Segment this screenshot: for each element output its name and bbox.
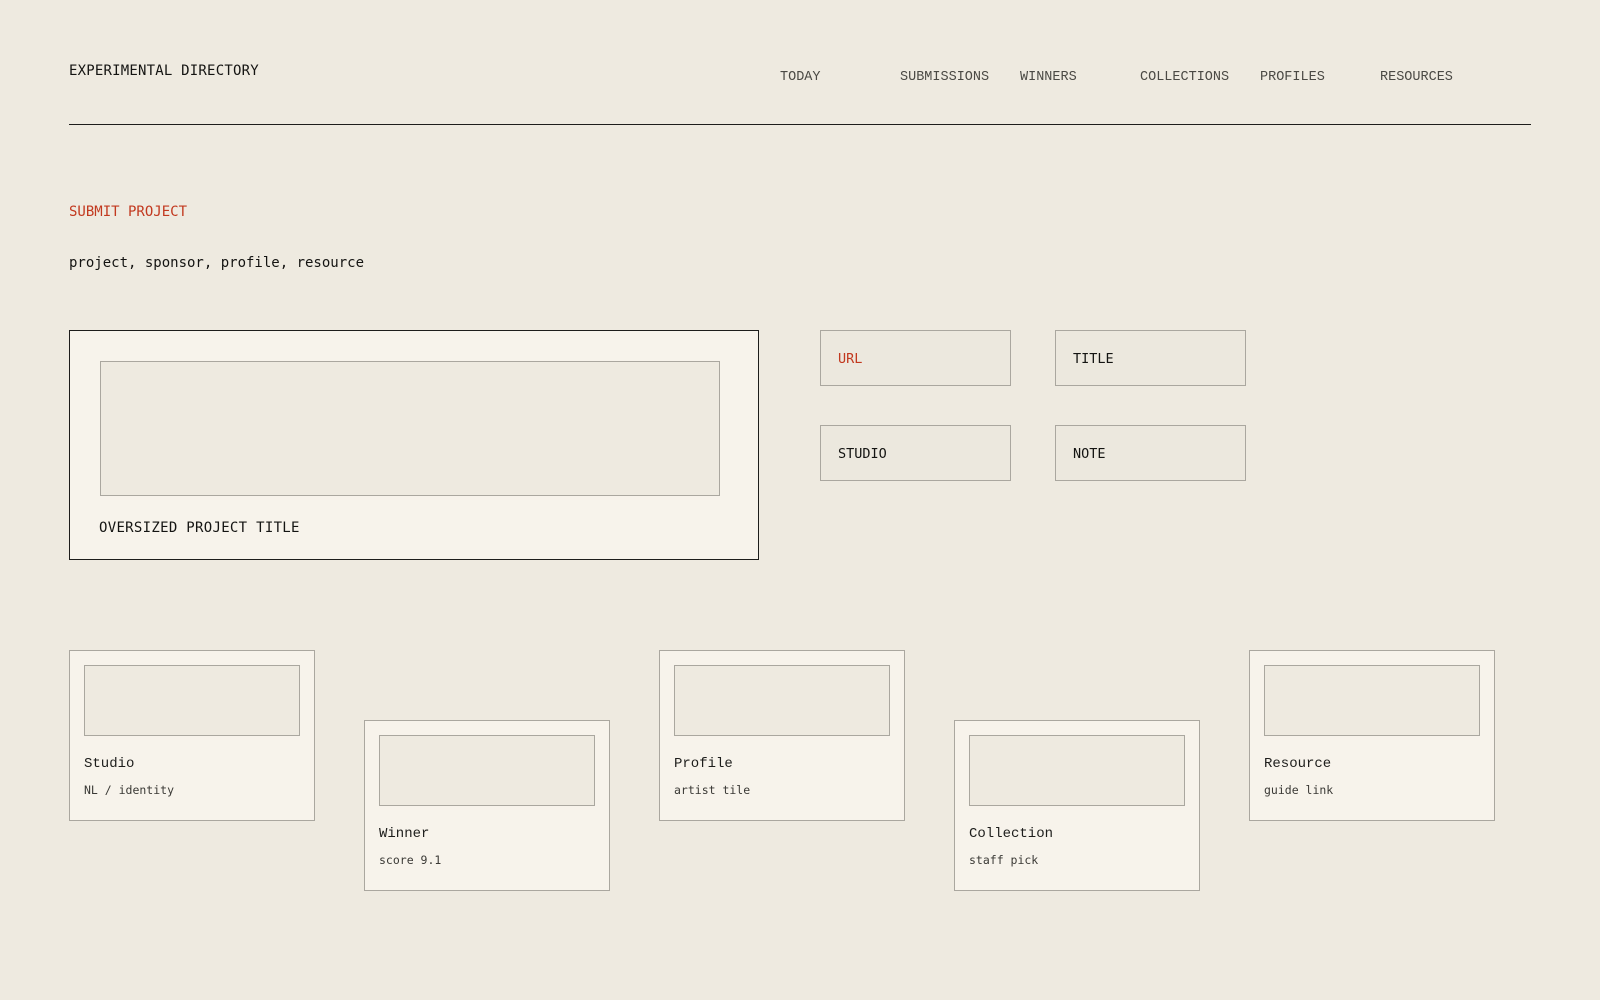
tile-meta: score 9.1 — [379, 853, 442, 867]
tile-meta: guide link — [1264, 783, 1334, 797]
tile-collection[interactable]: Collection staff pick — [954, 720, 1200, 891]
tile-title: Winner — [379, 826, 430, 842]
nav-item-today[interactable]: TODAY — [780, 70, 821, 85]
tile-meta: artist tile — [674, 783, 751, 797]
page-subtitle: project, sponsor, profile, resource — [69, 255, 365, 271]
nav-item-winners[interactable]: WINNERS — [1020, 70, 1077, 85]
header-divider — [69, 124, 1531, 125]
tile-title: Profile — [674, 756, 733, 772]
studio-field[interactable]: STUDIO — [820, 425, 1011, 481]
tile-winner[interactable]: Winner score 9.1 — [364, 720, 610, 891]
studio-field-label: STUDIO — [838, 446, 887, 462]
tile-image — [969, 735, 1185, 806]
title-field[interactable]: TITLE — [1055, 330, 1246, 386]
tile-studio[interactable]: Studio NL / identity — [69, 650, 315, 821]
tile-meta: NL / identity — [84, 783, 175, 797]
note-field-label: NOTE — [1073, 446, 1106, 462]
tile-image — [379, 735, 595, 806]
nav-item-submissions[interactable]: SUBMISSIONS — [900, 70, 989, 85]
tile-image — [84, 665, 300, 736]
featured-project-image — [100, 361, 720, 496]
tile-title: Collection — [969, 826, 1054, 842]
tile-title: Resource — [1264, 756, 1332, 772]
nav-item-resources[interactable]: RESOURCES — [1380, 70, 1453, 85]
tile-image — [674, 665, 890, 736]
nav-item-collections[interactable]: COLLECTIONS — [1140, 70, 1229, 85]
submit-project-link[interactable]: SUBMIT PROJECT — [69, 204, 187, 220]
tile-profile[interactable]: Profile artist tile — [659, 650, 905, 821]
featured-project-title: OVERSIZED PROJECT TITLE — [99, 520, 300, 536]
featured-project-card[interactable]: OVERSIZED PROJECT TITLE — [69, 330, 759, 560]
tile-title: Studio — [84, 756, 135, 772]
url-field-label: URL — [838, 351, 863, 367]
tile-meta: staff pick — [969, 853, 1039, 867]
url-field[interactable]: URL — [820, 330, 1011, 386]
tile-resource[interactable]: Resource guide link — [1249, 650, 1495, 821]
title-field-label: TITLE — [1073, 351, 1114, 367]
site-logo[interactable]: EXPERIMENTAL DIRECTORY — [69, 63, 259, 79]
nav-item-profiles[interactable]: PROFILES — [1260, 70, 1325, 85]
note-field[interactable]: NOTE — [1055, 425, 1246, 481]
tile-image — [1264, 665, 1480, 736]
